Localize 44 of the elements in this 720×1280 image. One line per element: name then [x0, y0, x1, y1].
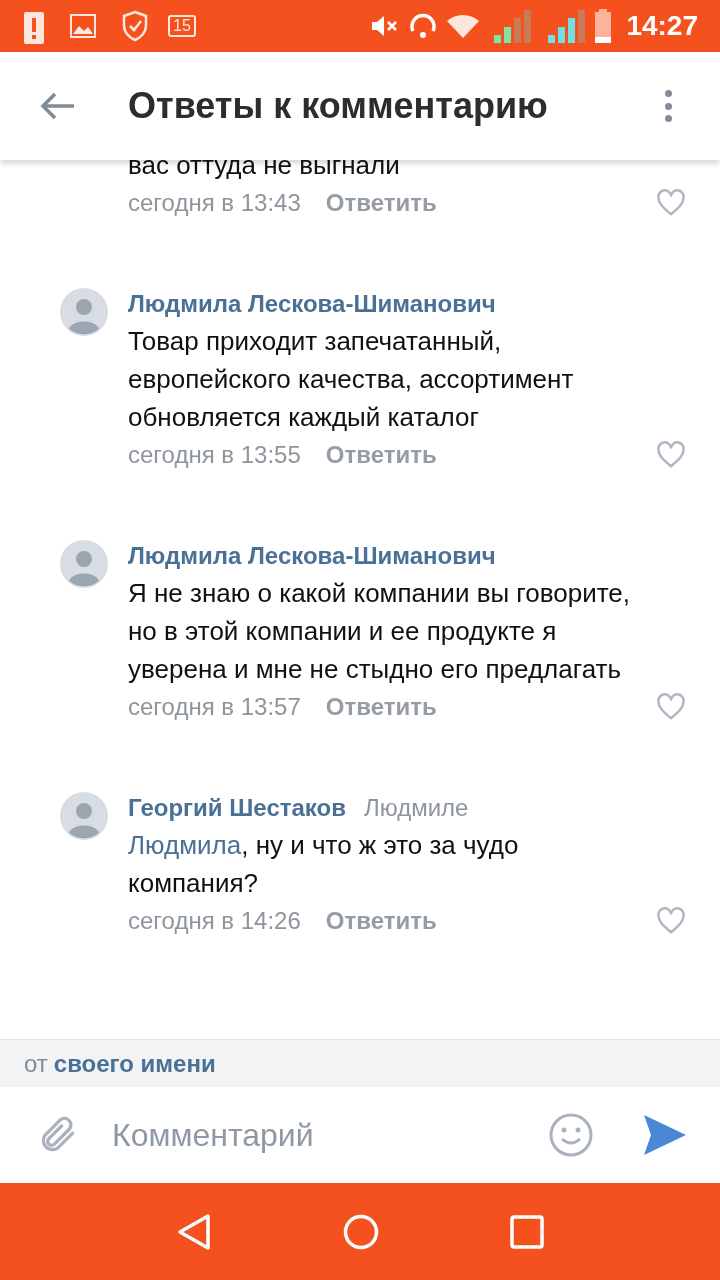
- addressee: Людмиле: [363, 793, 469, 823]
- signal-icon: [492, 9, 533, 43]
- mute-icon: [370, 14, 399, 38]
- emoji-icon[interactable]: [548, 1112, 594, 1158]
- author-name[interactable]: Георгий Шестаков: [128, 790, 346, 826]
- shield-check-icon: [122, 10, 148, 42]
- author-name[interactable]: Людмила Лескова-Шиманович: [128, 286, 496, 322]
- battery-badge: 15: [168, 15, 196, 37]
- comment-time: сегодня в 13:43: [128, 188, 301, 218]
- comment-input[interactable]: Комментарий: [112, 1111, 538, 1159]
- avatar[interactable]: [60, 792, 108, 840]
- comment-text: Товар приходит запечатанный, европейского качества, ассортимент обновляется каждый каталог: [128, 325, 575, 434]
- comment-text: Людмила, ну и что ж это за чудо компания?: [128, 829, 520, 900]
- identity-bar[interactable]: от своего имени: [0, 1039, 720, 1087]
- identity-name[interactable]: своего имени: [53, 1045, 216, 1082]
- avatar[interactable]: [60, 540, 108, 588]
- screen-title: Ответы к комментарию: [128, 84, 548, 128]
- like-icon[interactable]: [656, 693, 686, 721]
- comment-time: сегодня в 13:55: [128, 440, 301, 470]
- reply-link[interactable]: Ответить: [325, 185, 437, 221]
- recents-nav-icon[interactable]: [510, 1214, 545, 1249]
- identity-prefix: от: [24, 1048, 48, 1079]
- send-icon[interactable]: [644, 1115, 686, 1155]
- image-icon: [70, 14, 96, 38]
- reply-link[interactable]: Ответить: [325, 437, 437, 473]
- author-name[interactable]: Людмила Лескова-Шиманович: [128, 538, 496, 574]
- like-icon[interactable]: [656, 907, 686, 935]
- back-nav-icon[interactable]: [175, 1212, 212, 1251]
- like-icon[interactable]: [656, 189, 686, 217]
- headset-icon: [408, 11, 439, 41]
- comment-text: Я не знаю о какой компании вы говорите, но в этой компании и ее продукте я уверена и мне не стыдно его предлагать: [128, 577, 631, 686]
- reply-link[interactable]: Ответить: [325, 689, 437, 725]
- comment-time: сегодня в 13:57: [128, 692, 301, 722]
- home-nav-icon[interactable]: [343, 1213, 379, 1250]
- wifi-icon: [446, 13, 481, 39]
- battery-icon: [594, 9, 613, 43]
- signal-icon: [546, 9, 587, 43]
- comment-time: сегодня в 14:26: [128, 906, 301, 936]
- avatar[interactable]: [60, 288, 108, 336]
- clock: 14:27: [626, 9, 698, 43]
- like-icon[interactable]: [656, 441, 686, 469]
- mention-link[interactable]: Людмила: [128, 830, 242, 860]
- comment-text: вас оттуда не выгнали: [128, 160, 401, 182]
- reply-link[interactable]: Ответить: [325, 903, 437, 939]
